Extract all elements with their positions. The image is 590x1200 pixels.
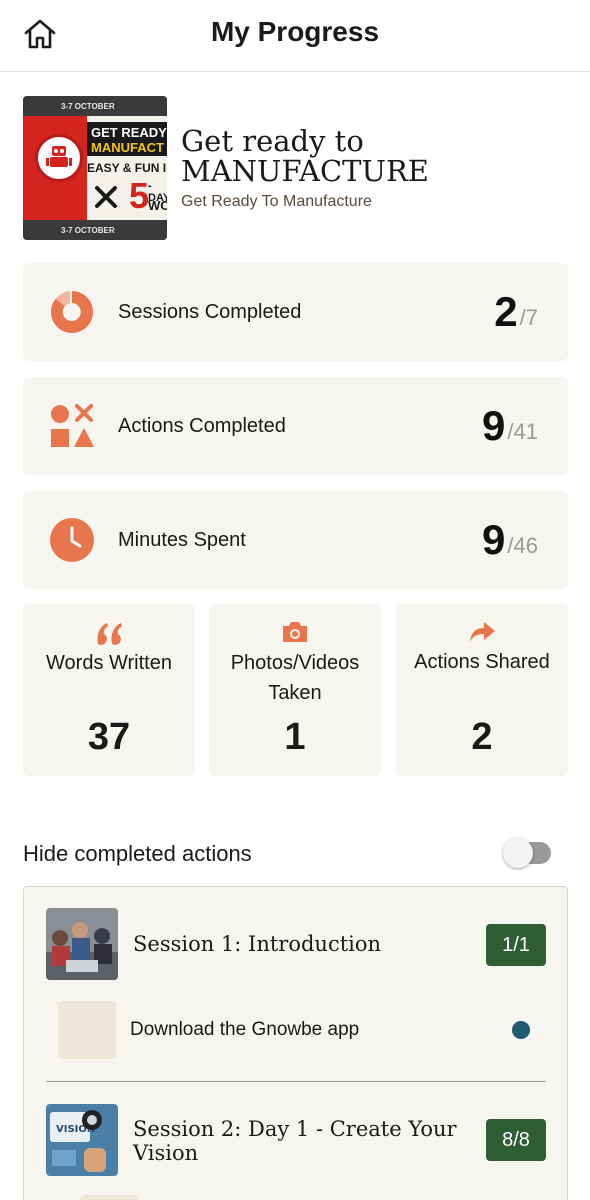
cover-line3: EASY & FUN INTE [87, 161, 167, 175]
action-thumbnail [80, 1195, 138, 1200]
shapes-icon [49, 403, 95, 449]
tile-value: 2 [471, 716, 493, 758]
tile-label: Words Written [46, 652, 172, 674]
tools-icon [93, 184, 119, 215]
share-arrow-icon [396, 620, 568, 648]
clock-icon [49, 517, 95, 563]
stat-label: Actions Completed [118, 414, 286, 437]
toggle-knob [503, 838, 533, 868]
stat-value-number: 9 [482, 516, 506, 563]
sessions-list: Session 1: Introduction 1/1 Download the… [23, 886, 568, 1200]
course-subtitle: Get Ready To Manufacture [181, 193, 372, 210]
cover-big-number: 5 [129, 175, 150, 216]
cover-wo-text: WO [148, 198, 167, 213]
donut-progress-icon [49, 289, 95, 335]
top-bar: My Progress [0, 0, 590, 72]
session-thumbnail: VISION [46, 1104, 118, 1176]
session-count-badge: 8/8 [486, 1119, 546, 1161]
stat-value: 9 /46 [482, 491, 538, 589]
cover-line2: MANUFACT [91, 140, 164, 155]
tile-label: Photos/Videos Taken [230, 652, 360, 704]
robot-logo-icon [35, 134, 83, 182]
stat-minutes-spent: Minutes Spent 9 /46 [23, 491, 568, 589]
stat-value-total: /41 [507, 419, 538, 444]
divider [46, 1081, 546, 1082]
course-cover-image[interactable]: 3-7 OCTOBER GET READY MANUFACT EASY & FU… [23, 96, 167, 240]
tile-words-written: Words Written 37 [23, 604, 195, 776]
action-thumbnail [58, 1001, 116, 1059]
cover-date-top: 3-7 OCTOBER [23, 96, 167, 116]
session-count-badge: 1/1 [486, 924, 546, 966]
stat-sessions-completed: Sessions Completed 2 /7 [23, 263, 568, 361]
session-title: Session 1: Introduction [133, 932, 382, 956]
cover-date-bottom: 3-7 OCTOBER [23, 220, 167, 240]
stat-value-total: /46 [507, 533, 538, 558]
course-header: 3-7 OCTOBER GET READY MANUFACT EASY & FU… [23, 96, 568, 240]
page-title: My Progress [210, 16, 380, 47]
action-item[interactable]: Download the Gnowbe app [58, 1001, 530, 1059]
cover-line1: GET READY [91, 125, 167, 140]
stat-value-number: 2 [494, 288, 518, 335]
session-thumbnail [46, 908, 118, 980]
status-dot [512, 1021, 530, 1039]
stat-value-total: /7 [519, 305, 538, 330]
stat-value-number: 9 [482, 402, 506, 449]
stat-label: Minutes Spent [118, 528, 246, 551]
action-label: Download the Gnowbe app [130, 1019, 360, 1040]
tile-value: 1 [284, 716, 306, 758]
camera-icon [209, 620, 381, 648]
stat-actions-completed: Actions Completed 9 /41 [23, 377, 568, 475]
stat-value: 2 /7 [494, 263, 538, 361]
tile-label: Actions Shared [414, 651, 550, 673]
session-title: Session 2: Day 1 - Create Your Vision [133, 1117, 457, 1165]
hide-completed-row: Hide completed actions [23, 836, 568, 872]
stat-label: Sessions Completed [118, 300, 302, 323]
hide-completed-toggle[interactable] [503, 838, 551, 868]
hide-completed-label: Hide completed actions [23, 841, 252, 866]
stat-value: 9 /41 [482, 377, 538, 475]
tile-photos-videos-taken: Photos/Videos Taken 1 [209, 604, 381, 776]
tile-value: 37 [87, 716, 131, 758]
quote-icon [23, 620, 195, 648]
course-title: Get ready to MANUFACTURE [181, 124, 429, 188]
tile-actions-shared: Actions Shared 2 [396, 604, 568, 776]
